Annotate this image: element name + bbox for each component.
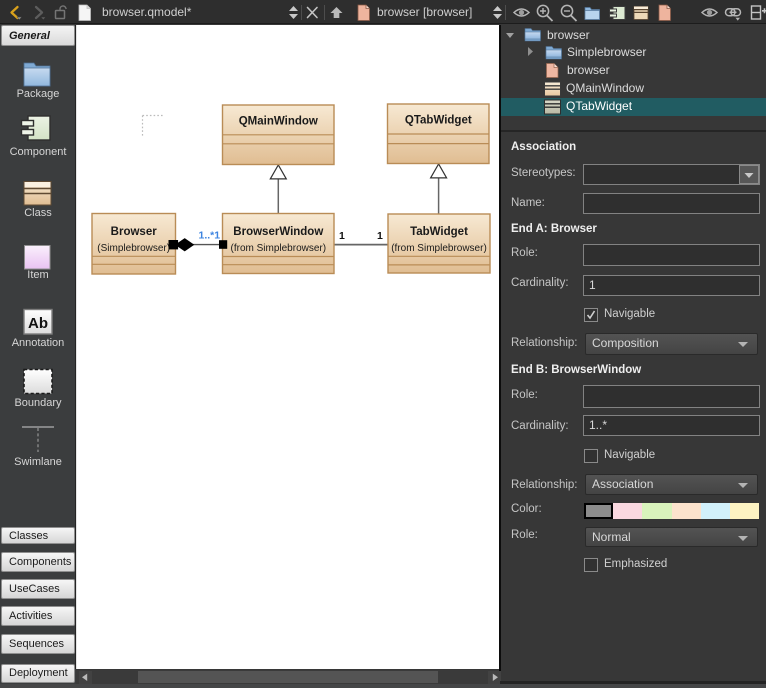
svg-text:Ab: Ab xyxy=(28,315,48,332)
svg-text:(from Simplebrowser): (from Simplebrowser) xyxy=(231,243,327,254)
svg-text:1: 1 xyxy=(377,230,383,242)
svg-text:BrowserWindow: BrowserWindow xyxy=(233,226,323,238)
svg-text:1..*1: 1..*1 xyxy=(199,230,221,242)
svg-text:TabWidget: TabWidget xyxy=(410,226,468,238)
svg-text:1: 1 xyxy=(339,230,345,242)
svg-text:QMainWindow: QMainWindow xyxy=(239,116,318,128)
svg-text:(from Simplebrowser): (from Simplebrowser) xyxy=(391,243,487,254)
svg-text:QTabWidget: QTabWidget xyxy=(405,115,472,127)
svg-text:(Simplebrowser): (Simplebrowser) xyxy=(97,243,170,254)
svg-text:Browser: Browser xyxy=(111,226,158,238)
